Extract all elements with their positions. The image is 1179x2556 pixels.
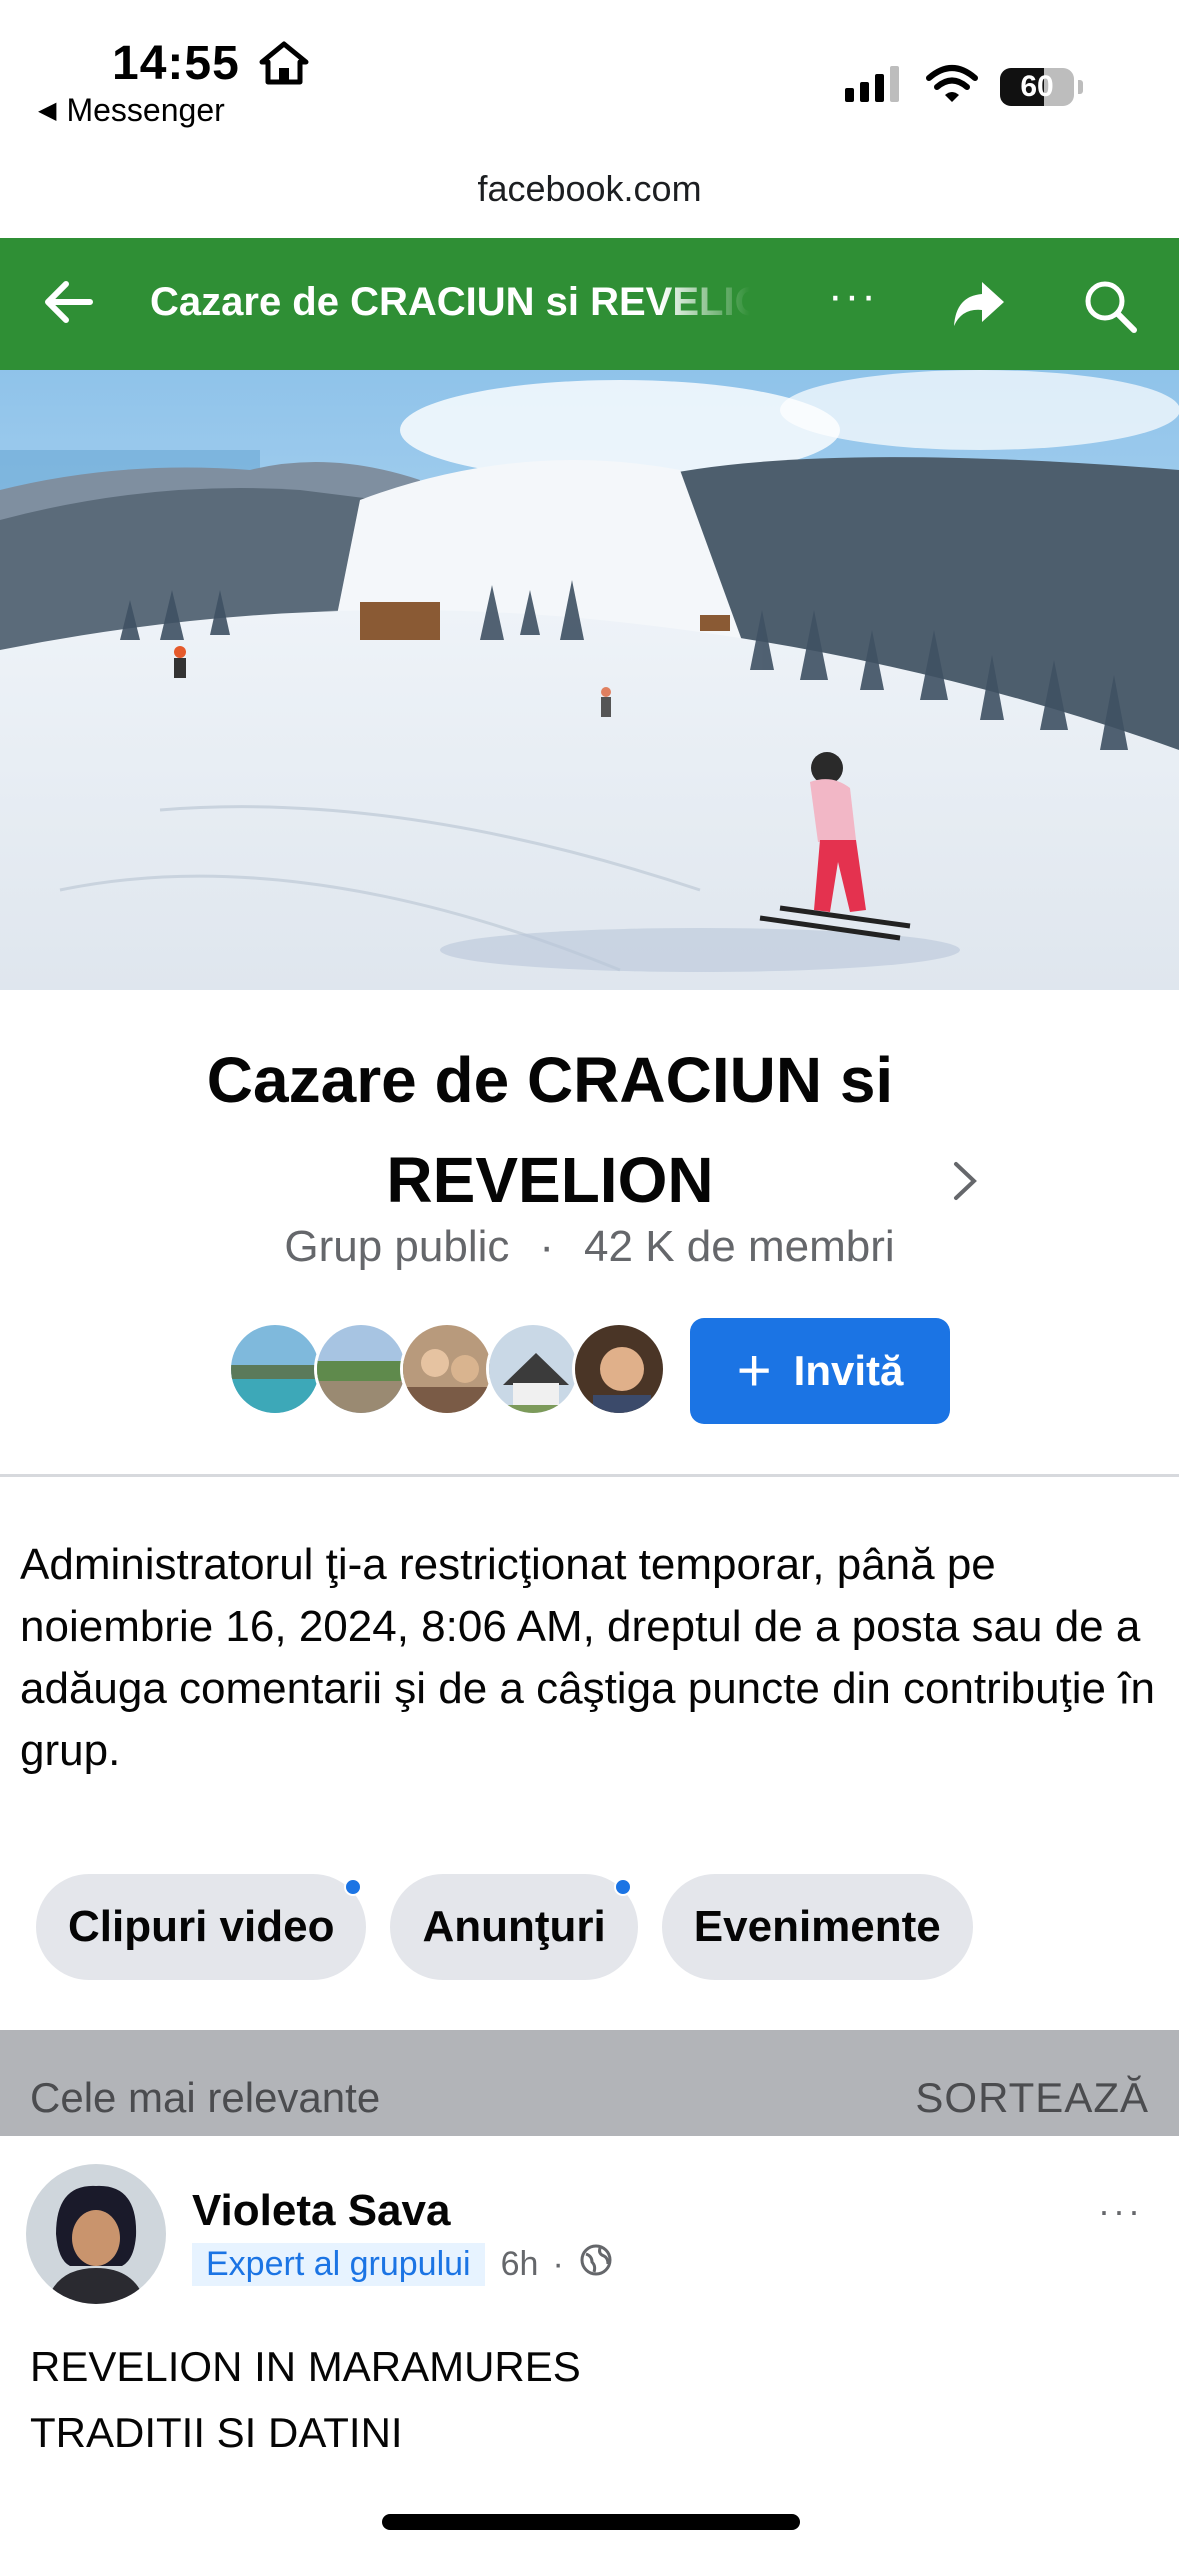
- group-cover-photo[interactable]: [0, 370, 1179, 990]
- post-time[interactable]: 6h: [501, 2245, 539, 2284]
- invite-label: Invită: [793, 1347, 904, 1394]
- status-bar: 14:55 ◀ Messenger 60: [0, 0, 1179, 140]
- battery-percent: 60: [1020, 70, 1054, 103]
- chip-anunturi[interactable]: Anunţuri: [390, 1874, 638, 1980]
- back-to-app-link[interactable]: ◀ Messenger: [38, 92, 225, 129]
- new-badge-dot: [613, 1878, 632, 1896]
- chip-clipuri-video[interactable]: Clipuri video: [36, 1874, 367, 1980]
- group-header: Cazare de CRACIUN si REVELION ···: [0, 238, 1179, 370]
- chip-label: Clipuri video: [68, 1902, 335, 1951]
- home-icon: [258, 40, 310, 91]
- share-arrow-icon[interactable]: [950, 278, 1006, 335]
- globe-icon: [578, 2242, 614, 2287]
- post-more-options-icon[interactable]: ···: [1098, 2190, 1143, 2232]
- member-avatar[interactable]: [486, 1322, 580, 1416]
- member-avatar[interactable]: [228, 1322, 322, 1416]
- post-author-avatar[interactable]: [26, 2164, 166, 2304]
- post-author-name[interactable]: Violeta Sava: [192, 2186, 450, 2236]
- group-name[interactable]: Cazare de CRACIUN si REVELION: [140, 1030, 960, 1230]
- group-privacy: Grup public: [284, 1222, 510, 1271]
- back-app-label: Messenger: [66, 92, 225, 128]
- header-title: Cazare de CRACIUN si REVELION: [150, 280, 750, 324]
- home-indicator[interactable]: [382, 2514, 800, 2530]
- restriction-notice: Administratorul ţi-a restricţionat tempo…: [20, 1540, 1155, 1775]
- post-text[interactable]: REVELION IN MARAMURES TRADITII SI DATINI: [30, 2334, 581, 2466]
- status-time: 14:55: [112, 37, 240, 90]
- meta-separator: ·: [539, 1222, 555, 1271]
- member-avatar[interactable]: [400, 1322, 494, 1416]
- author-role-badge: Expert al grupului: [192, 2243, 485, 2286]
- wifi-icon: [925, 62, 979, 111]
- group-members[interactable]: 42 K de membri: [584, 1222, 895, 1271]
- back-arrow-icon[interactable]: [40, 272, 100, 337]
- cellular-signal-icon: [845, 66, 899, 102]
- battery-tip: [1078, 80, 1083, 94]
- section-divider: [0, 1474, 1179, 1477]
- post-line: REVELION IN MARAMURES: [30, 2343, 581, 2390]
- chip-label: Evenimente: [693, 1902, 941, 1951]
- group-tabs: Clipuri video Anunţuri Evenimente: [36, 1874, 973, 1980]
- invite-button[interactable]: + Invită: [690, 1318, 950, 1424]
- group-meta: Grup public · 42 K de membri: [0, 1222, 1179, 1272]
- battery-indicator: 60: [1000, 68, 1074, 106]
- search-icon[interactable]: [1082, 278, 1138, 339]
- chip-evenimente[interactable]: Evenimente: [661, 1874, 973, 1980]
- member-avatar[interactable]: [314, 1322, 408, 1416]
- member-avatar[interactable]: [572, 1322, 666, 1416]
- post-meta: Expert al grupului 6h ·: [192, 2242, 614, 2287]
- plus-icon: +: [736, 1337, 772, 1404]
- sort-bar: Cele mai relevante SORTEAZĂ: [0, 2030, 1179, 2136]
- meta-dot: ·: [552, 2245, 564, 2283]
- post-line: TRADITII SI DATINI: [30, 2409, 403, 2456]
- back-triangle-icon: ◀: [38, 97, 57, 124]
- url-bar[interactable]: facebook.com: [0, 168, 1179, 210]
- more-options-icon[interactable]: ···: [828, 274, 878, 318]
- new-badge-dot: [344, 1878, 363, 1896]
- chip-label: Anunţuri: [422, 1902, 606, 1951]
- sort-button[interactable]: SORTEAZĂ: [915, 2074, 1149, 2122]
- sort-current: Cele mai relevante: [30, 2074, 381, 2121]
- chevron-right-icon[interactable]: [950, 1158, 980, 1209]
